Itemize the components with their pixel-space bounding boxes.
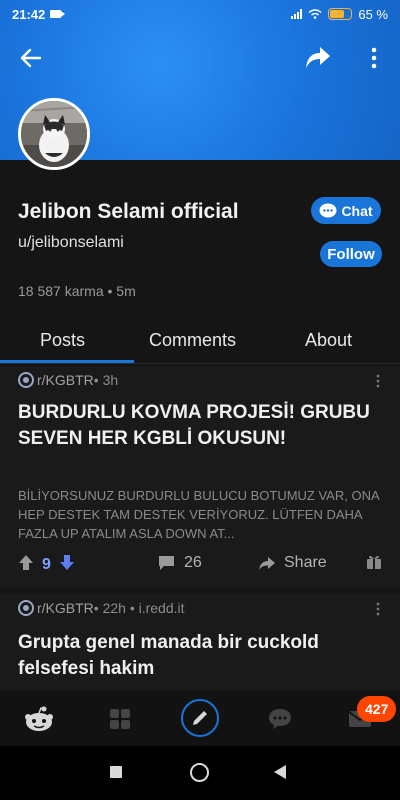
- share-button[interactable]: Share: [258, 554, 327, 572]
- subreddit-icon: [18, 600, 34, 616]
- post-meta: • 22h • i.redd.it: [93, 600, 185, 616]
- battery-icon: [328, 8, 353, 20]
- subreddit-icon: [18, 372, 34, 388]
- status-time: 21:42: [12, 6, 46, 22]
- profile-display-name: Jelibon Selami official: [18, 200, 239, 223]
- post-header: r/KGBTR • 22h • i.redd.it: [18, 600, 185, 616]
- reward-icon[interactable]: [366, 554, 382, 570]
- wifi-icon: [308, 9, 322, 19]
- selected-tab-indicator: [0, 360, 134, 363]
- comment-icon: [159, 556, 174, 570]
- post-subreddit[interactable]: r/KGBTR: [37, 372, 94, 388]
- chat-button-label: Chat: [341, 202, 373, 219]
- system-navigation-bar: [0, 746, 400, 800]
- profile-karma-age: 18 587 karma • 5m: [18, 283, 136, 299]
- camera-icon: [50, 10, 66, 18]
- profile-username: u/jelibonselami: [18, 234, 124, 251]
- post-body-preview[interactable]: BİLİYORSUNUZ BURDURLU BULUCU BOTUMUZ VAR…: [18, 486, 380, 543]
- comment-count: 26: [184, 554, 202, 571]
- bottom-navigation: [0, 692, 400, 746]
- profile-tabs: Posts Comments About: [0, 322, 400, 364]
- home-circle-icon[interactable]: [190, 763, 209, 782]
- system-back-icon[interactable]: [274, 765, 286, 779]
- status-bar: 21:42 65 %: [0, 0, 400, 28]
- recent-apps-icon[interactable]: [110, 766, 122, 778]
- post-title[interactable]: Grupta genel manada bir cuckold felsefes…: [18, 630, 378, 682]
- profile-screen: 21:42 65 % Jelibon Selami official u/jel…: [0, 0, 400, 800]
- share-icon: [259, 556, 275, 570]
- communities-icon[interactable]: [103, 702, 137, 736]
- battery-level: 65 %: [358, 6, 388, 22]
- upvote-icon[interactable]: [18, 554, 34, 576]
- vote-controls: 9: [18, 554, 75, 576]
- share-icon[interactable]: [304, 44, 332, 72]
- home-icon[interactable]: [22, 702, 56, 736]
- tab-posts[interactable]: Posts: [40, 330, 85, 351]
- chat-button[interactable]: Chat: [311, 197, 381, 224]
- back-arrow-icon[interactable]: [17, 44, 45, 72]
- follow-button[interactable]: Follow: [320, 241, 382, 267]
- tab-comments[interactable]: Comments: [149, 330, 236, 351]
- post-meta: • 3h: [93, 372, 119, 388]
- chat-icon[interactable]: [263, 702, 297, 736]
- tab-about[interactable]: About: [305, 330, 352, 351]
- inbox-unread-badge: 427: [357, 696, 397, 722]
- post-title[interactable]: BURDURLU KOVMA PROJESİ! GRUBU SEVEN HER …: [18, 400, 378, 452]
- share-label: Share: [284, 554, 327, 571]
- comments-button[interactable]: 26: [158, 554, 202, 572]
- downvote-icon[interactable]: [59, 554, 75, 576]
- signal-icon: [291, 9, 303, 19]
- post-header: r/KGBTR • 3h: [18, 372, 118, 388]
- more-vertical-icon[interactable]: [360, 44, 388, 72]
- more-vertical-icon[interactable]: [376, 374, 380, 393]
- more-vertical-icon[interactable]: [376, 602, 380, 621]
- avatar[interactable]: [18, 98, 90, 170]
- vote-count: 9: [42, 556, 51, 573]
- post-subreddit[interactable]: r/KGBTR: [37, 600, 94, 616]
- post-actions: 9 26 Share: [0, 550, 400, 580]
- post-card[interactable]: r/KGBTR • 3h BURDURLU KOVMA PROJESİ! GRU…: [0, 366, 400, 588]
- post-card[interactable]: r/KGBTR • 22h • i.redd.it Grupta genel m…: [0, 594, 400, 690]
- create-post-icon[interactable]: [180, 698, 220, 738]
- chat-bubble-icon: [319, 203, 337, 217]
